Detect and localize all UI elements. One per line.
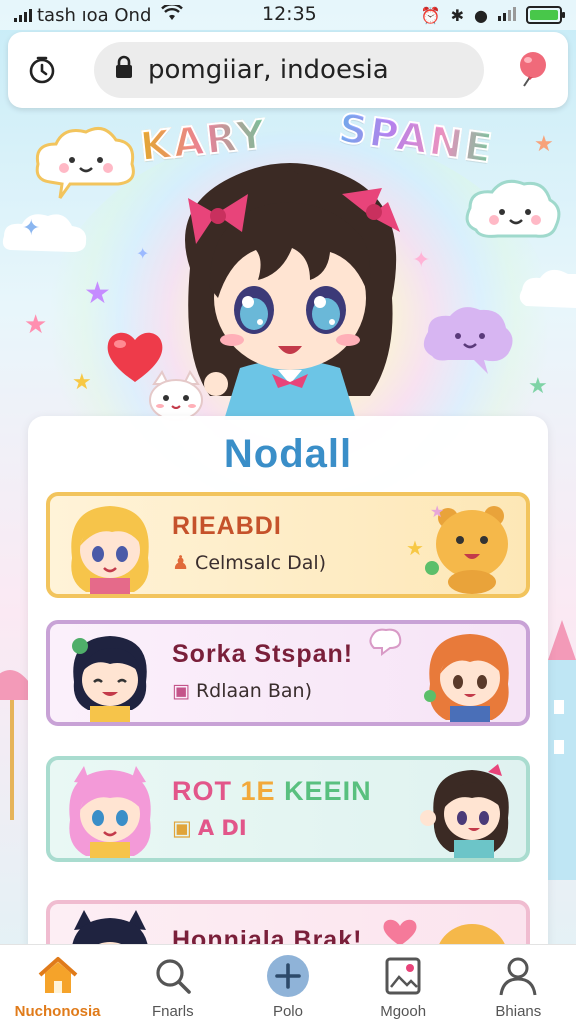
tab-label: Nuchonosia — [14, 1003, 101, 1020]
smiling-cloud-icon — [465, 179, 561, 238]
clock: 12:35 — [262, 3, 317, 25]
card-title: RIEABDI — [172, 512, 282, 540]
building-scenery — [548, 620, 576, 880]
purple-cloud-icon — [423, 307, 513, 374]
browser-bar: pomgiiar, indoesia — [8, 32, 568, 108]
cloud-icon — [519, 269, 576, 308]
balloon-icon[interactable] — [512, 50, 552, 90]
star-icon: ★ — [406, 536, 424, 560]
brown-hair-girl-avatar — [420, 764, 509, 858]
star-icon: ★ — [84, 276, 111, 311]
card-title-part: 1E — [240, 776, 276, 806]
tab-profile[interactable]: Bhians — [462, 953, 574, 1020]
bluetooth-icon: ✱ — [450, 5, 465, 25]
card-subtitle: A DI — [197, 816, 247, 840]
list-item[interactable]: ROT 1E KEEIN ▣ A DI — [46, 756, 530, 862]
alarm-icon: ⏰ — [420, 5, 441, 25]
figure-icon: ♟ — [172, 552, 190, 574]
bottom-tab-bar: Nuchonosia Fnarls Polo Mgooh Bhians — [0, 944, 576, 1024]
location-icon: ● — [474, 5, 488, 25]
star-icon: ★ — [534, 132, 554, 157]
dark-hair-girl-avatar — [72, 636, 147, 722]
umbrella-scenery — [0, 670, 30, 820]
history-clock-icon[interactable] — [24, 52, 60, 88]
card-title: ROT 1E KEEIN — [172, 776, 372, 807]
profile-icon — [494, 953, 542, 999]
home-icon — [34, 953, 82, 999]
tab-photo[interactable]: Mgooh — [347, 953, 459, 1020]
tab-post[interactable]: Polo — [232, 953, 344, 1020]
photo-icon — [379, 953, 427, 999]
tab-label: Bhians — [495, 1003, 542, 1020]
list-item[interactable]: Sorka Stspan! ▣ Rdlaan Ban) — [46, 620, 530, 726]
list-item[interactable]: RIEABDI ♟ Celmsalc Dal) ★ ★ — [46, 492, 530, 598]
speech-bubble-icon — [369, 628, 402, 656]
pink-hair-girl-avatar — [69, 766, 151, 858]
lock-icon — [114, 55, 134, 86]
star-icon: ★ — [72, 370, 92, 395]
card-title: Sorka Stspan! — [172, 640, 354, 668]
star-icon: ★ — [24, 310, 48, 340]
card-subtitle-row: ▣ Rdlaan Ban) — [172, 680, 312, 702]
star-icon: ✦ — [136, 244, 150, 263]
card-subtitle-row: ♟ Celmsalc Dal) — [172, 552, 326, 574]
blonde-girl-avatar — [71, 506, 149, 594]
content-panel: Nodall RIEABDI ♟ Celmsalc Dal) ★ ★ Sorka… — [28, 416, 548, 976]
tab-label: Mgooh — [380, 1003, 427, 1020]
star-icon: ★ — [430, 502, 445, 521]
tab-label: Fnarls — [151, 1003, 194, 1020]
address-field[interactable]: pomgiiar, indoesia — [94, 42, 484, 98]
hero-banner: KARY SPANE ✦ ★ ★ ★ ★ ✦ ★ ✦ — [0, 104, 576, 428]
box-icon: ▣ — [172, 816, 192, 840]
card-subtitle: Celmsalc Dal) — [195, 552, 327, 574]
signal-icon — [14, 8, 32, 22]
cloud-icon — [2, 214, 87, 252]
tab-label: Polo — [272, 1003, 303, 1020]
address-text: pomgiiar, indoesia — [148, 55, 389, 85]
card-title-part: KEEIN — [284, 776, 372, 806]
star-icon: ★ — [528, 374, 548, 399]
tab-home[interactable]: Nuchonosia — [2, 953, 114, 1020]
tab-search[interactable]: Fnarls — [117, 953, 229, 1020]
battery-icon — [526, 6, 565, 24]
carrier-name: tash ıoa Ond — [37, 4, 152, 26]
card-subtitle-row: ▣ A DI — [172, 816, 247, 840]
panel-title: Nodall — [223, 432, 353, 476]
status-bar: tash ıoa Ond 12:35 ⏰ ✱ ● — [0, 0, 576, 30]
smiling-cloud-icon — [35, 126, 135, 199]
plus-icon — [264, 953, 312, 999]
cat-plush-icon — [149, 370, 203, 421]
cell-signal-icon — [498, 6, 516, 25]
card-title-part: ROT — [172, 776, 232, 806]
orange-hair-girl-avatar — [424, 634, 509, 722]
bag-icon: ▣ — [172, 680, 190, 702]
card-subtitle: Rdlaan Ban) — [195, 680, 312, 702]
wifi-icon — [161, 2, 184, 26]
search-icon — [149, 953, 197, 999]
star-icon: ✦ — [22, 216, 41, 241]
